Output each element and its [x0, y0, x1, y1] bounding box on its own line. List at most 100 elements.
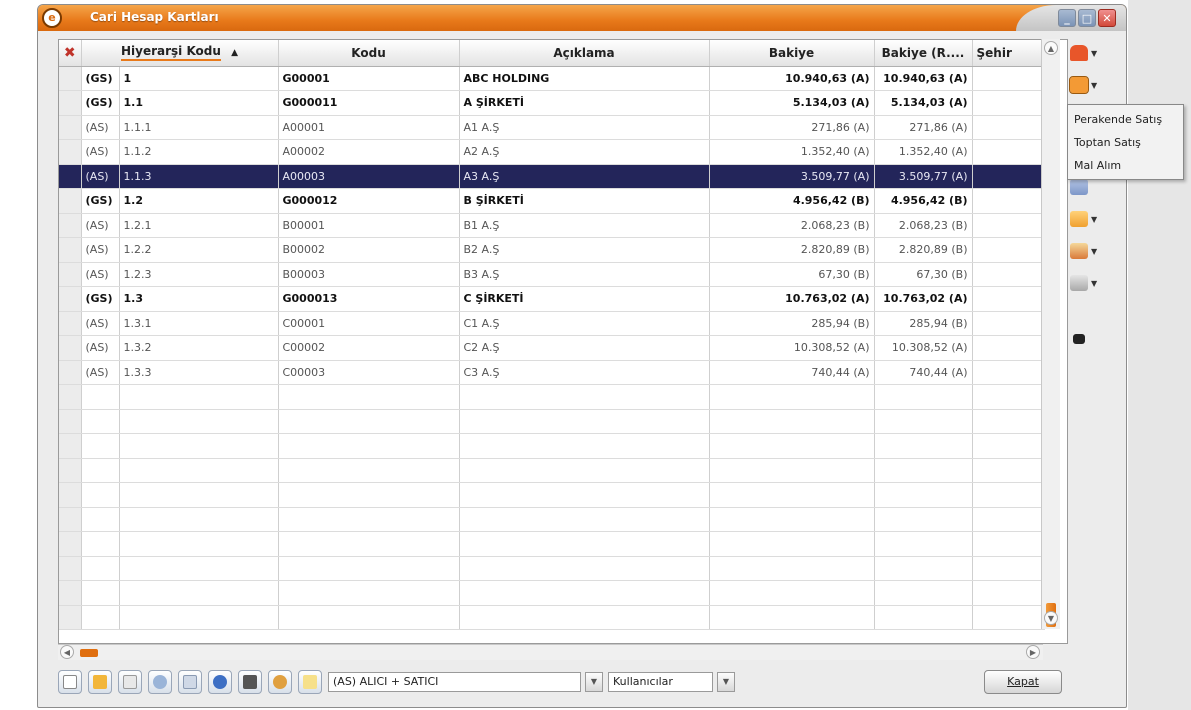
- column-header-description[interactable]: Açıklama: [459, 40, 710, 67]
- row-selector[interactable]: [59, 262, 82, 287]
- horizontal-scroll-thumb[interactable]: [80, 649, 98, 657]
- table-row[interactable]: (AS) 1.2.3 B00003 B3 A.Ş 67,30 (B) 67,30 (B): [59, 262, 1045, 287]
- cell-city: [972, 90, 1045, 116]
- empty-cell: [874, 556, 973, 581]
- row-selector[interactable]: [59, 66, 82, 91]
- horizontal-scrollbar[interactable]: ◀ ▶: [58, 644, 1043, 660]
- scroll-left-icon[interactable]: ◀: [60, 645, 74, 659]
- row-selector[interactable]: [59, 213, 82, 238]
- cell-type: (AS): [81, 360, 120, 385]
- chevron-down-icon: ▼: [590, 677, 598, 686]
- cell-type: (AS): [81, 311, 120, 336]
- cell-hier: 1.2.3: [119, 262, 279, 287]
- table-row[interactable]: (AS) 1.1.2 A00002 A2 A.Ş 1.352,40 (A) 1.352,4…: [59, 139, 1045, 165]
- column-header-code[interactable]: Kodu: [278, 40, 460, 67]
- menu-item-mal-alim[interactable]: Mal Alım: [1068, 154, 1183, 177]
- row-selector[interactable]: [59, 188, 82, 214]
- tools-button[interactable]: [268, 670, 292, 694]
- menu-item-toptan-satis[interactable]: Toptan Satış: [1068, 131, 1183, 154]
- table-row[interactable]: (GS) 1.3 G000013 C ŞİRKETİ 10.763,02 (A) 10.7…: [59, 286, 1045, 312]
- toolbar-invoice-button[interactable]: ▼: [1069, 73, 1114, 97]
- row-selector[interactable]: [59, 164, 82, 189]
- row-selector[interactable]: [59, 139, 82, 165]
- column-header-hierarchy[interactable]: Hiyerarşi Kodu ▲: [81, 40, 279, 67]
- empty-cell: [459, 605, 710, 630]
- column-header-city[interactable]: Şehir: [972, 40, 1045, 67]
- empty-cell: [59, 507, 82, 532]
- empty-cell: [278, 556, 460, 581]
- row-selector[interactable]: [59, 237, 82, 263]
- empty-cell: [119, 580, 279, 606]
- toolbar-print-button[interactable]: ▼: [1070, 271, 1114, 295]
- empty-row: [59, 409, 1045, 434]
- chevron-down-icon: ▼: [1091, 48, 1098, 58]
- table-row[interactable]: (AS) 1.3.2 C00002 C2 A.Ş 10.308,52 (A) 10.308…: [59, 335, 1045, 361]
- row-selector[interactable]: [59, 286, 82, 312]
- close-button[interactable]: Kapat: [984, 670, 1062, 694]
- row-selector[interactable]: [59, 335, 82, 361]
- toolbar-folder-button[interactable]: ▼: [1070, 207, 1114, 231]
- toolbar-filter-button[interactable]: [1070, 327, 1114, 351]
- accounts-grid[interactable]: ✖ Hiyerarşi Kodu ▲ Kodu Açıklama Bakiye …: [58, 39, 1068, 644]
- row-selector[interactable]: [59, 360, 82, 385]
- table-row[interactable]: (AS) 1.3.3 C00003 C3 A.Ş 740,44 (A) 740,44 (A…: [59, 360, 1045, 385]
- cell-desc: B1 A.Ş: [459, 213, 710, 238]
- cell-type: (AS): [81, 115, 120, 140]
- toolbar-report-button[interactable]: ▼: [1070, 239, 1114, 263]
- empty-cell: [278, 384, 460, 410]
- column-header-balance[interactable]: Bakiye: [709, 40, 875, 67]
- table-row[interactable]: (GS) 1 G00001 ABC HOLDING 10.940,63 (A) 10.94…: [59, 66, 1045, 91]
- table-row[interactable]: (AS) 1.3.1 C00001 C1 A.Ş 285,94 (B) 285,94 (B…: [59, 311, 1045, 336]
- app-logo-icon[interactable]: e: [42, 8, 62, 28]
- view-record-button[interactable]: [118, 670, 142, 694]
- copy-record-button[interactable]: [178, 670, 202, 694]
- cell-desc: B ŞİRKETİ: [459, 188, 710, 214]
- table-row[interactable]: (AS) 1.2.1 B00001 B1 A.Ş 2.068,23 (B) 2.068,2…: [59, 213, 1045, 238]
- notes-button[interactable]: [298, 670, 322, 694]
- table-row[interactable]: (GS) 1.2 G000012 B ŞİRKETİ 4.956,42 (B) 4.956…: [59, 188, 1045, 214]
- table-row[interactable]: (GS) 1.1 G000011 A ŞİRKETİ 5.134,03 (A) 5.134…: [59, 90, 1045, 116]
- empty-cell: [459, 507, 710, 532]
- users-dropdown-button[interactable]: ▼: [717, 672, 735, 692]
- cell-type: (GS): [81, 90, 120, 116]
- empty-row: [59, 580, 1045, 606]
- scroll-up-icon[interactable]: ▲: [1044, 41, 1058, 55]
- cell-hier: 1: [119, 66, 279, 91]
- cell-city: [972, 115, 1045, 140]
- scroll-down-icon[interactable]: ▼: [1044, 611, 1058, 625]
- column-chooser-button[interactable]: ✖: [59, 40, 82, 67]
- new-record-button[interactable]: [58, 670, 82, 694]
- empty-cell: [119, 605, 279, 630]
- account-type-select[interactable]: (AS) ALICI + SATICI: [328, 672, 581, 692]
- search-button[interactable]: [148, 670, 172, 694]
- empty-cell: [81, 409, 120, 434]
- minimize-button[interactable]: _: [1058, 9, 1076, 27]
- empty-cell: [119, 556, 279, 581]
- vertical-scrollbar[interactable]: ▲ ▼: [1041, 39, 1060, 629]
- close-window-button[interactable]: ✕: [1098, 9, 1116, 27]
- cell-city: [972, 237, 1045, 263]
- table-row[interactable]: (AS) 1.1.1 A00001 A1 A.Ş 271,86 (A) 271,86 (A…: [59, 115, 1045, 140]
- title-bar[interactable]: e Cari Hesap Kartları _ □ ✕: [38, 5, 1126, 31]
- cell-balr: 3.509,77 (A): [874, 164, 973, 189]
- empty-cell: [972, 531, 1045, 557]
- cell-hier: 1.3.1: [119, 311, 279, 336]
- table-row[interactable]: (AS) 1.2.2 B00002 B2 A.Ş 2.820,89 (B) 2.820,8…: [59, 237, 1045, 263]
- row-selector[interactable]: [59, 90, 82, 116]
- cell-code: A00001: [278, 115, 460, 140]
- table-row[interactable]: (AS) 1.1.3 A00003 A3 A.Ş 3.509,77 (A) 3.509,7…: [59, 164, 1045, 189]
- scroll-right-icon[interactable]: ▶: [1026, 645, 1040, 659]
- maximize-button[interactable]: □: [1078, 9, 1096, 27]
- toolbar-phone-button[interactable]: ▼: [1070, 41, 1114, 65]
- calculator-button[interactable]: [238, 670, 262, 694]
- row-selector[interactable]: [59, 311, 82, 336]
- cell-balr: 1.352,40 (A): [874, 139, 973, 165]
- empty-cell: [59, 433, 82, 459]
- open-record-button[interactable]: [88, 670, 112, 694]
- users-select[interactable]: Kullanıcılar: [608, 672, 713, 692]
- menu-item-perakende-satis[interactable]: Perakende Satış: [1068, 108, 1183, 131]
- column-header-balance-r[interactable]: Bakiye (R....: [874, 40, 973, 67]
- row-selector[interactable]: [59, 115, 82, 140]
- account-type-dropdown-button[interactable]: ▼: [585, 672, 603, 692]
- info-button[interactable]: [208, 670, 232, 694]
